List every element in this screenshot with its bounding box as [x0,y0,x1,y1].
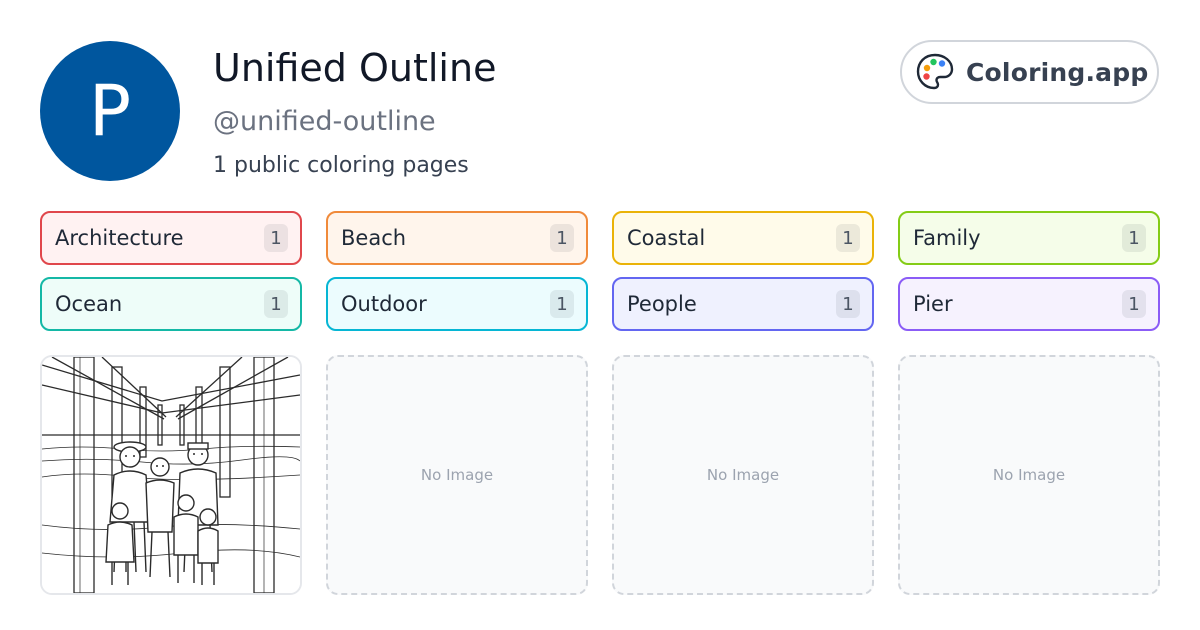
coloring-app-brand-button[interactable]: Coloring.app [900,40,1159,104]
tag-count-badge: 1 [1122,290,1146,318]
tag-count-badge: 1 [264,290,288,318]
tag-count-badge: 1 [836,290,860,318]
avatar[interactable]: P [40,41,180,181]
profile-handle: @unified-outline [213,106,436,137]
tag-label: Beach [341,226,407,250]
coloring-page-card-empty[interactable]: No Image [612,355,874,595]
brand-label: Coloring.app [966,57,1149,87]
tag-label: Pier [913,292,953,316]
palette-icon [914,51,956,93]
public-pages-count: 1 public coloring pages [213,153,469,178]
coloring-page-card-empty[interactable]: No Image [326,355,588,595]
tag-count-badge: 1 [264,224,288,252]
tag-ocean[interactable]: Ocean 1 [40,277,302,331]
coloring-page-card[interactable] [40,355,302,595]
tag-beach[interactable]: Beach 1 [326,211,588,265]
coloring-page-thumbnail [42,357,300,593]
tag-people[interactable]: People 1 [612,277,874,331]
tag-outdoor[interactable]: Outdoor 1 [326,277,588,331]
tag-label: Outdoor [341,292,427,316]
no-image-label: No Image [706,466,780,484]
tag-architecture[interactable]: Architecture 1 [40,211,302,265]
tag-label: Ocean [55,292,123,316]
tag-family[interactable]: Family 1 [898,211,1160,265]
avatar-initial: P [88,70,132,152]
tag-count-badge: 1 [836,224,860,252]
coloring-page-card-empty[interactable]: No Image [898,355,1160,595]
no-image-label: No Image [420,466,494,484]
no-image-label: No Image [992,466,1066,484]
tag-coastal[interactable]: Coastal 1 [612,211,874,265]
tag-label: Coastal [627,226,706,250]
tag-count-badge: 1 [1122,224,1146,252]
tag-pier[interactable]: Pier 1 [898,277,1160,331]
tag-count-badge: 1 [550,224,574,252]
profile-name: Unified Outline [213,46,497,90]
coloring-page-grid: No Image No Image No Image [40,355,1160,595]
tag-count-badge: 1 [550,290,574,318]
tag-label: People [627,292,697,316]
tag-label: Architecture [55,226,184,250]
tag-label: Family [913,226,981,250]
